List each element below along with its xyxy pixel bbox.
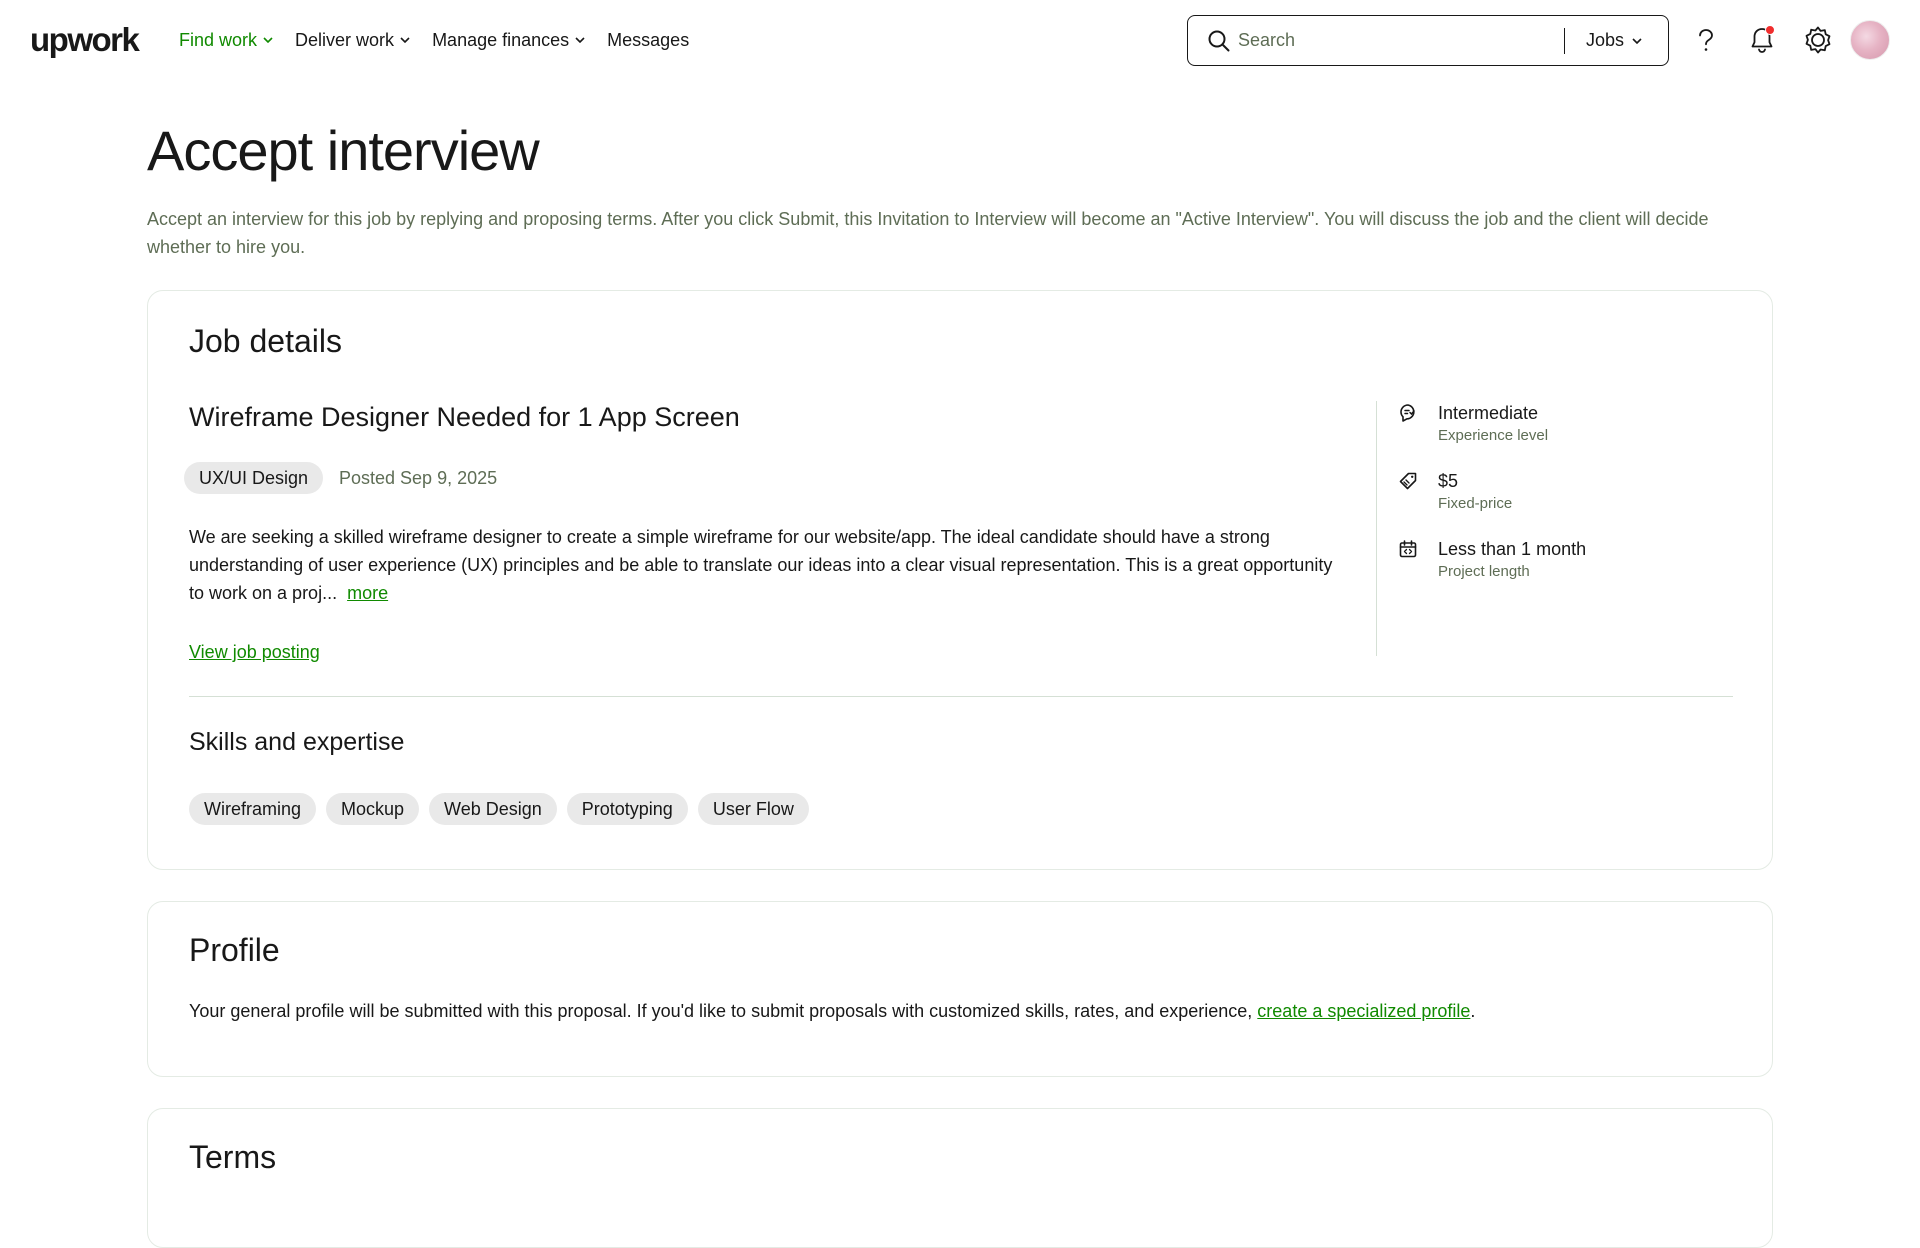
- more-link[interactable]: more: [347, 583, 388, 603]
- search-icon: [1208, 30, 1230, 52]
- experience-level-value: Intermediate: [1438, 403, 1539, 423]
- skill-chip[interactable]: Web Design: [429, 793, 557, 825]
- page-title: Accept interview: [147, 119, 540, 182]
- chevron-down-icon: [575, 37, 585, 43]
- calendar-icon: [1398, 539, 1420, 561]
- price-label: Fixed-price: [1438, 495, 1513, 512]
- terms-card: Terms: [147, 1108, 1773, 1248]
- posted-date: Posted Sep 9, 2025: [339, 468, 498, 488]
- notification-dot: [1765, 25, 1775, 35]
- top-navigation-bar: upwork Find work Deliver work Manage fin…: [0, 0, 1920, 80]
- search-scope-label: Jobs: [1586, 30, 1625, 50]
- category-badge[interactable]: UX/UI Design: [184, 462, 324, 494]
- main-nav: Find work Deliver work Manage finances M…: [179, 28, 711, 52]
- meta-price: $5 Fixed-price: [1398, 469, 1586, 515]
- profile-text-after: .: [1470, 1001, 1476, 1021]
- profile-card: Profile Your general profile will be sub…: [147, 901, 1773, 1077]
- skill-chip[interactable]: Prototyping: [566, 793, 688, 825]
- search-bar: Jobs: [1187, 15, 1669, 66]
- chevron-down-icon: [1632, 37, 1642, 44]
- nav-manage-finances-label: Manage finances: [432, 30, 570, 50]
- search-input[interactable]: [1238, 30, 1558, 51]
- job-details-card: Job details Wireframe Designer Needed fo…: [147, 290, 1773, 870]
- nav-messages[interactable]: Messages: [607, 28, 689, 52]
- skills-list: Wireframing Mockup Web Design Prototypin…: [189, 793, 809, 825]
- project-length-value: Less than 1 month: [1438, 539, 1587, 559]
- view-job-posting-link[interactable]: View job posting: [189, 639, 320, 665]
- skills-heading: Skills and expertise: [189, 728, 405, 756]
- nav-manage-finances[interactable]: Manage finances: [432, 28, 585, 52]
- nav-find-work-label: Find work: [179, 30, 258, 50]
- job-details-heading: Job details: [189, 323, 342, 359]
- meta-experience-level: Intermediate Experience level: [1398, 401, 1586, 447]
- page-description: Accept an interview for this job by repl…: [147, 209, 1709, 257]
- experience-level-icon: [1398, 403, 1420, 425]
- create-specialized-profile-link[interactable]: create a specialized profile: [1257, 1001, 1470, 1021]
- job-title: Wireframe Designer Needed for 1 App Scre…: [189, 402, 740, 432]
- search-scope-dropdown[interactable]: Jobs: [1586, 30, 1642, 51]
- upwork-logo[interactable]: upwork: [30, 20, 140, 60]
- chevron-down-icon: [263, 37, 273, 43]
- search-divider: [1564, 27, 1565, 54]
- nav-deliver-work-label: Deliver work: [295, 30, 395, 50]
- experience-level-label: Experience level: [1438, 427, 1549, 444]
- terms-heading: Terms: [189, 1139, 277, 1175]
- avatar[interactable]: [1850, 20, 1890, 60]
- profile-heading: Profile: [189, 932, 280, 968]
- help-icon[interactable]: [1690, 24, 1722, 56]
- notification-bell-icon[interactable]: [1746, 24, 1778, 56]
- profile-text-before: Your general profile will be submitted w…: [189, 1001, 1258, 1021]
- skill-chip[interactable]: User Flow: [697, 793, 809, 825]
- price-tag-icon: [1398, 471, 1420, 493]
- job-meta: Intermediate Experience level $5 Fixed-p…: [1398, 401, 1586, 605]
- project-length-label: Project length: [1438, 563, 1530, 580]
- skill-chip[interactable]: Mockup: [326, 793, 420, 825]
- job-description: We are seeking a skilled wireframe desig…: [189, 523, 1339, 607]
- meta-project-length: Less than 1 month Project length: [1398, 537, 1586, 583]
- skill-chip[interactable]: Wireframing: [189, 793, 317, 825]
- nav-deliver-work[interactable]: Deliver work: [295, 28, 410, 52]
- vertical-divider: [1376, 401, 1377, 656]
- profile-text: Your general profile will be submitted w…: [189, 997, 1475, 1025]
- chevron-down-icon: [400, 37, 410, 43]
- horizontal-divider: [189, 696, 1733, 697]
- nav-find-work[interactable]: Find work: [179, 28, 273, 52]
- settings-icon[interactable]: [1802, 24, 1834, 56]
- price-value: $5: [1438, 471, 1459, 491]
- nav-messages-label: Messages: [607, 30, 690, 50]
